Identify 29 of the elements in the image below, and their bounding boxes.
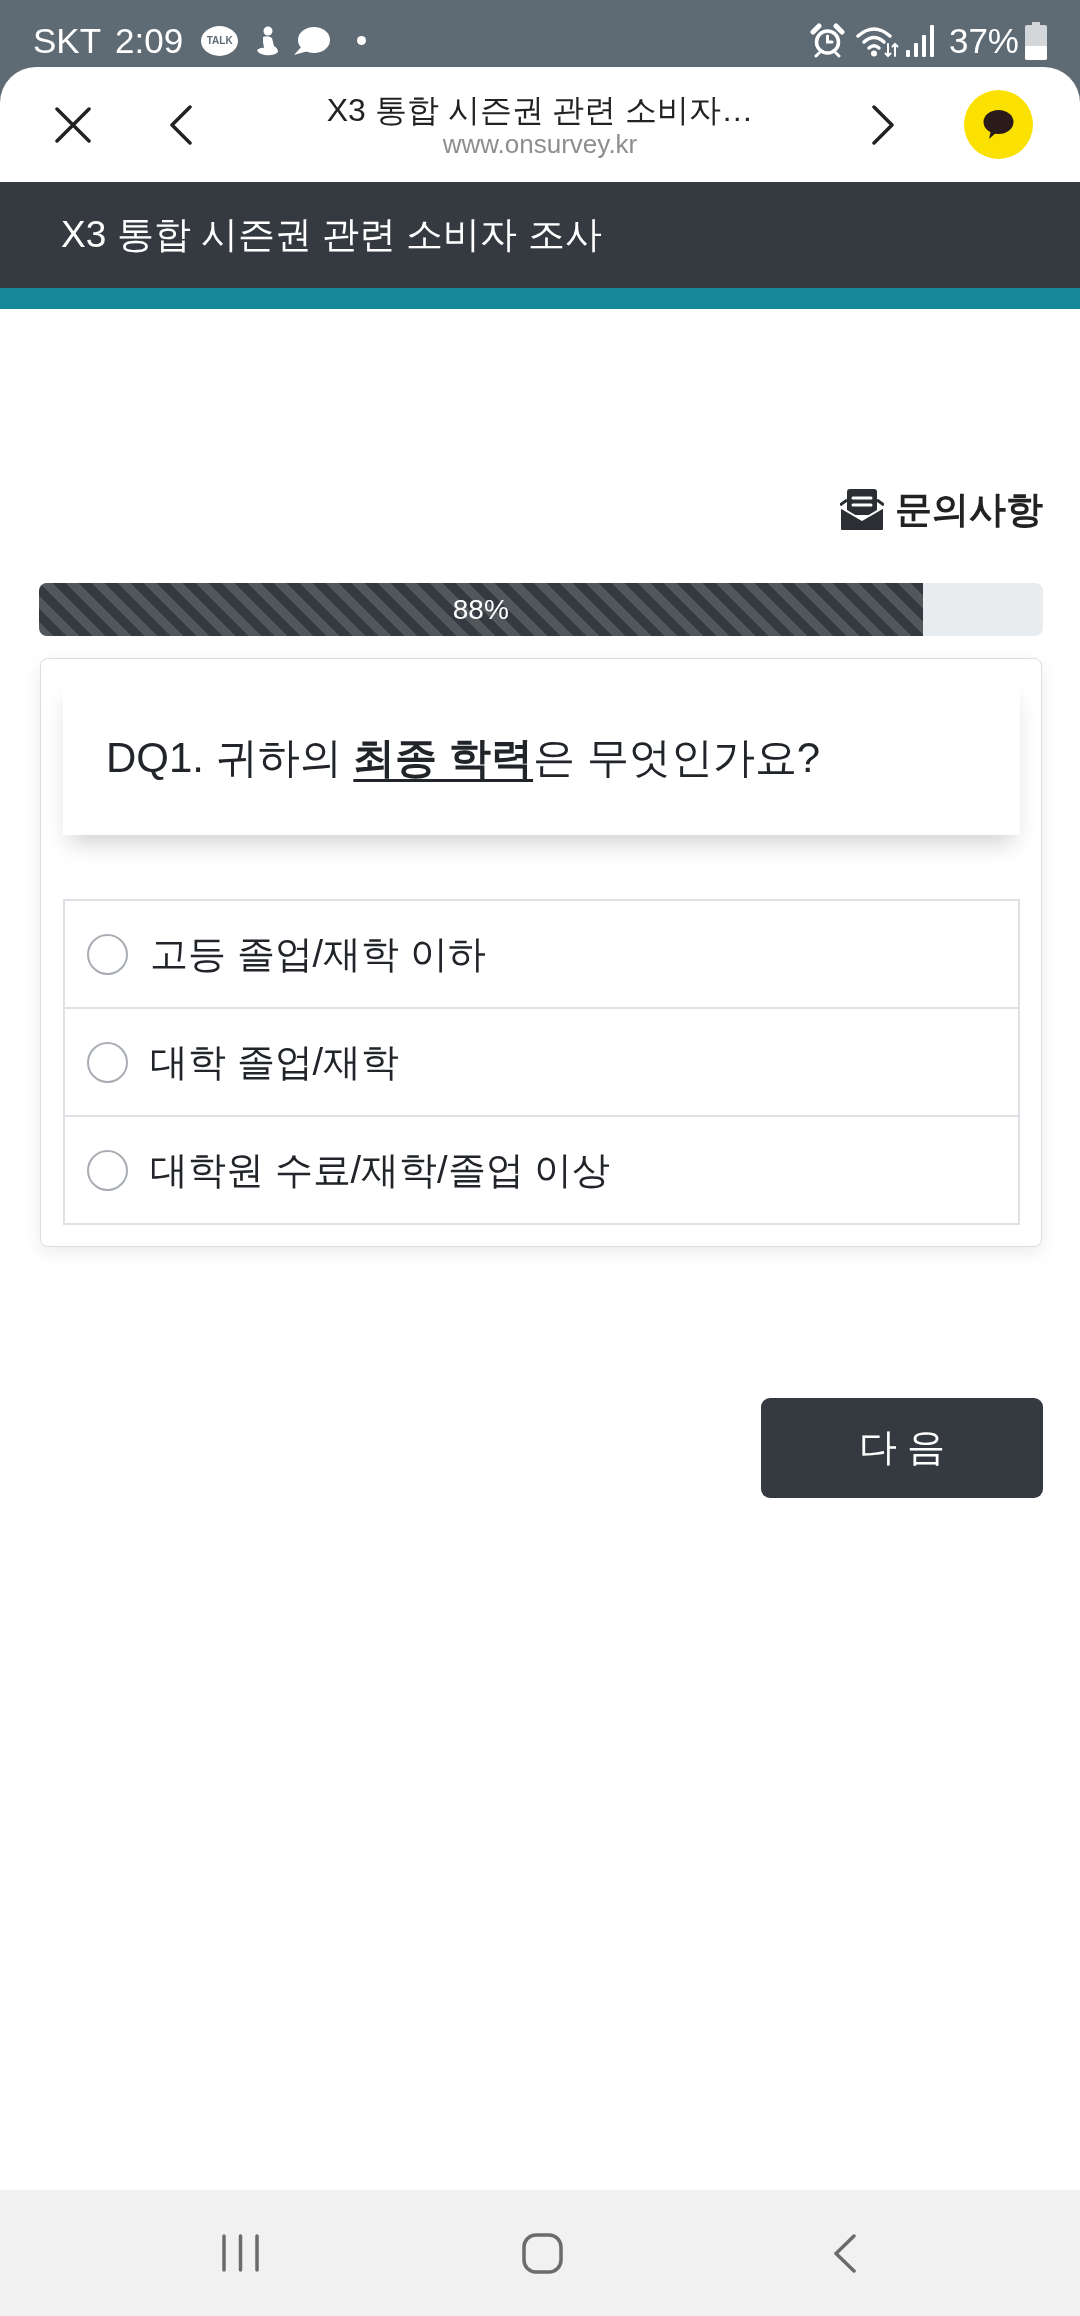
home-icon[interactable] bbox=[522, 2232, 563, 2274]
answer-option[interactable]: 고등 졸업/재학 이하 bbox=[63, 899, 1020, 1009]
radio-button[interactable] bbox=[87, 1149, 128, 1191]
answer-option[interactable]: 대학원 수료/재학/졸업 이상 bbox=[63, 1117, 1020, 1225]
question-text: DQ1. 귀하의 최종 학력은 무엇인가요? bbox=[106, 732, 821, 783]
recent-apps-icon[interactable] bbox=[222, 2234, 259, 2272]
page-url: www.onsurvey.kr bbox=[442, 128, 638, 159]
forward-icon[interactable] bbox=[871, 104, 895, 145]
radio-button[interactable] bbox=[87, 1041, 128, 1083]
page-title: X3 통합 시즌권 관련 소비자… bbox=[326, 90, 754, 129]
clock-text: 2:09 bbox=[115, 20, 184, 61]
battery-percent-text: 37% bbox=[948, 20, 1019, 61]
battery-icon bbox=[1025, 21, 1047, 60]
contact-link[interactable]: 문의사항 bbox=[840, 484, 1043, 535]
speech-bubble-icon bbox=[294, 25, 331, 56]
talk-notification-icon: TALK bbox=[201, 25, 239, 56]
survey-title: X3 통합 시즌권 관련 소비자 조사 bbox=[61, 213, 602, 257]
signal-icon bbox=[905, 24, 935, 57]
dot-icon bbox=[357, 36, 367, 45]
chat-icon[interactable] bbox=[964, 90, 1033, 159]
progress-label: 88% bbox=[452, 593, 509, 626]
close-icon[interactable] bbox=[55, 106, 91, 143]
radio-button[interactable] bbox=[87, 933, 128, 975]
envelope-icon bbox=[840, 488, 884, 531]
back-icon[interactable] bbox=[169, 104, 193, 145]
alarm-clock-icon bbox=[809, 23, 845, 58]
next-button[interactable]: 다 음 bbox=[761, 1397, 1043, 1498]
carrier-text: SKT bbox=[33, 20, 102, 61]
answer-option[interactable]: 대학 졸업/재학 bbox=[63, 1009, 1020, 1117]
